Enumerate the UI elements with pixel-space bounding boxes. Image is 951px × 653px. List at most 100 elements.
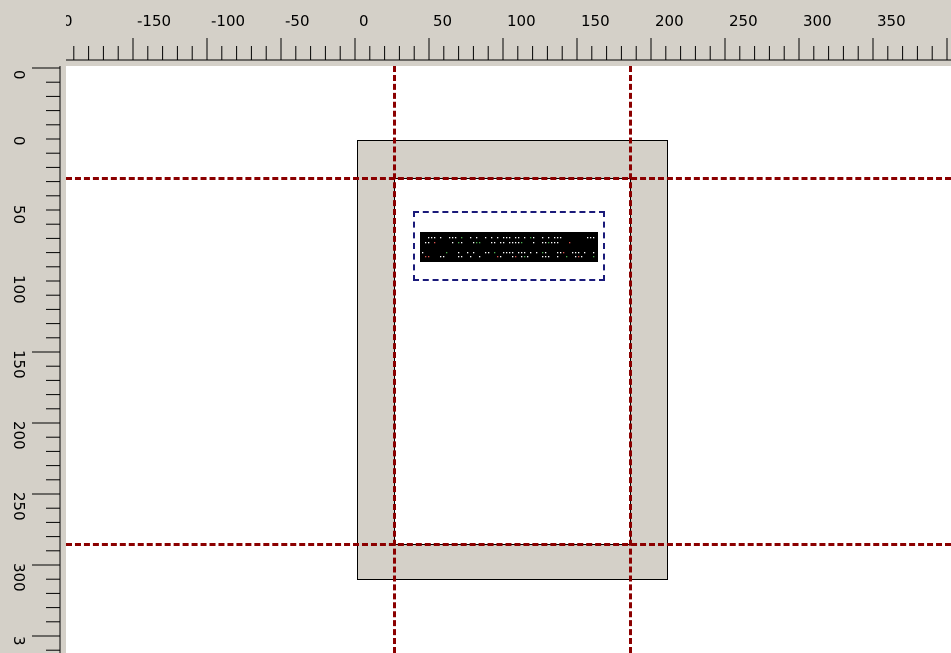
barcode-dot (578, 252, 580, 254)
horizontal-ruler-label: 250 (729, 12, 758, 30)
horizontal-ruler-label: 300 (803, 12, 832, 30)
barcode-dot (500, 242, 502, 244)
barcode-dot (548, 256, 550, 258)
barcode-dot (503, 252, 505, 254)
barcode-dot (452, 242, 454, 244)
barcode-dot (593, 252, 595, 254)
barcode-dot (506, 237, 508, 239)
vertical-ruler[interactable]: 0 0 50 100 150 200 250 300 3 (0, 66, 66, 653)
barcode-dot (518, 252, 520, 254)
barcode-dot (515, 242, 517, 244)
barcode-dot (527, 256, 529, 258)
barcode-dot (440, 256, 442, 258)
barcode-dot (461, 237, 463, 239)
barcode-dot (512, 252, 514, 254)
barcode-dot (440, 237, 442, 239)
barcode-dot (497, 237, 499, 239)
barcode-dots (422, 237, 595, 258)
barcode-dot (488, 252, 490, 254)
vertical-ruler-label: 300 (10, 563, 28, 592)
barcode-dot (530, 237, 532, 239)
barcode-dot (536, 252, 538, 254)
barcode-dot (455, 237, 457, 239)
barcode-dot (557, 242, 559, 244)
barcode-dot (431, 237, 433, 239)
barcode-dot (557, 252, 559, 254)
barcode-dot (578, 256, 580, 258)
barcode-dot (560, 252, 562, 254)
barcode-dot (590, 237, 592, 239)
barcode-dot (494, 242, 496, 244)
horizontal-ruler-svg: 0-150-100-5005010015020025030035040 (66, 12, 951, 61)
ruler-corner (0, 0, 66, 66)
barcode-dot (458, 252, 460, 254)
barcode-dot (521, 242, 523, 244)
barcode-dot (557, 237, 559, 239)
barcode-image (420, 232, 598, 262)
barcode-dot (491, 237, 493, 239)
barcode-dot (428, 237, 430, 239)
barcode-dot (518, 237, 520, 239)
horizontal-ruler-label: 50 (433, 12, 452, 30)
barcode-dot (494, 252, 496, 254)
vertical-ruler-label: 150 (10, 350, 28, 379)
barcode-dot (509, 237, 511, 239)
barcode-dot (473, 242, 475, 244)
barcode-dot (584, 252, 586, 254)
barcode-dot (470, 237, 472, 239)
barcode-dot (443, 256, 445, 258)
barcode-dot (593, 237, 595, 239)
barcode-dot (581, 256, 583, 258)
barcode-dot (470, 256, 472, 258)
guide-bottom-horizontal[interactable] (66, 543, 951, 546)
barcode-dot (461, 242, 463, 244)
barcode-dot (461, 256, 463, 258)
barcode-dot (524, 252, 526, 254)
barcode-dot (521, 256, 523, 258)
barcode-dot (548, 237, 550, 239)
guide-right-vertical[interactable] (629, 66, 632, 653)
design-canvas[interactable] (66, 66, 951, 653)
barcode-dot (569, 242, 571, 244)
horizontal-ruler-label: -100 (211, 12, 245, 30)
barcode-dot (554, 237, 556, 239)
barcode-dot (554, 242, 556, 244)
horizontal-ruler[interactable]: 0-150-100-5005010015020025030035040 (66, 0, 951, 66)
barcode-dot (425, 242, 427, 244)
barcode-dot (500, 256, 502, 258)
barcode-dot (551, 242, 553, 244)
barcode-dot (509, 252, 511, 254)
horizontal-ruler-label: 0 (66, 12, 73, 30)
barcode-dot (425, 256, 427, 258)
guide-left-vertical[interactable] (393, 66, 396, 653)
barcode-dot (497, 256, 499, 258)
barcode-dot (572, 252, 574, 254)
barcode-dot (524, 237, 526, 239)
selected-barcode-element[interactable] (413, 211, 605, 281)
barcode-dot (479, 242, 481, 244)
barcode-dot (575, 252, 577, 254)
vertical-ruler-label: 0 (10, 70, 28, 80)
barcode-dot (542, 256, 544, 258)
barcode-dot (545, 252, 547, 254)
guide-top-horizontal[interactable] (66, 177, 951, 180)
barcode-dot (476, 242, 478, 244)
barcode-dot (428, 256, 430, 258)
vertical-ruler-label: 50 (10, 205, 28, 224)
barcode-dot (545, 242, 547, 244)
barcode-dot (515, 256, 517, 258)
horizontal-ruler-label: 200 (655, 12, 684, 30)
barcode-dot (518, 242, 520, 244)
barcode-dot (593, 256, 595, 258)
barcode-dot (533, 237, 535, 239)
barcode-dot (512, 242, 514, 244)
barcode-dot (458, 256, 460, 258)
barcode-dot (542, 242, 544, 244)
barcode-dot (449, 237, 451, 239)
barcode-dot (524, 256, 526, 258)
barcode-dot (515, 237, 517, 239)
barcode-dot (491, 242, 493, 244)
barcode-dot (473, 252, 475, 254)
barcode-dot (422, 252, 424, 254)
barcode-dot (428, 242, 430, 244)
